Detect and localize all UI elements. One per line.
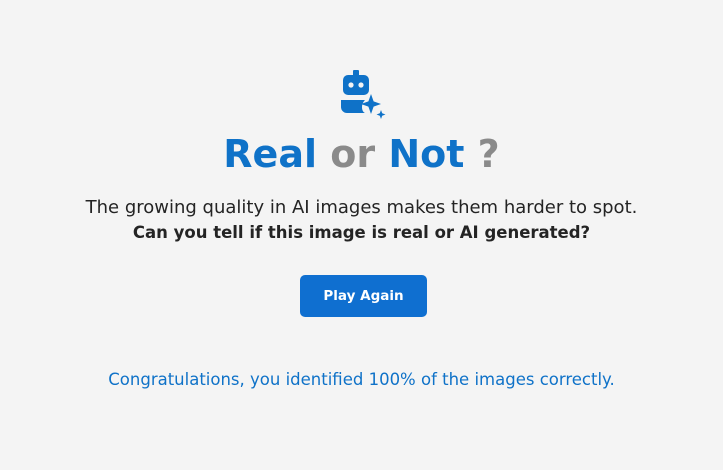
title-word-real: Real	[223, 132, 317, 176]
question-text: Can you tell if this image is real or AI…	[132, 223, 591, 242]
page-title: Real or Not ?	[0, 130, 723, 178]
description-text: The growing quality in AI images makes t…	[85, 197, 638, 218]
title-question-mark: ?	[477, 132, 500, 176]
title-word-or: or	[330, 132, 376, 176]
game-start-screen: Real or Not ? The growing quality in AI …	[0, 0, 723, 470]
play-again-button[interactable]: Play Again	[300, 275, 427, 317]
title-word-not: Not	[388, 132, 465, 176]
result-message: Congratulations, you identified 100% of …	[108, 370, 615, 389]
bot-sparkle-icon	[341, 70, 386, 119]
